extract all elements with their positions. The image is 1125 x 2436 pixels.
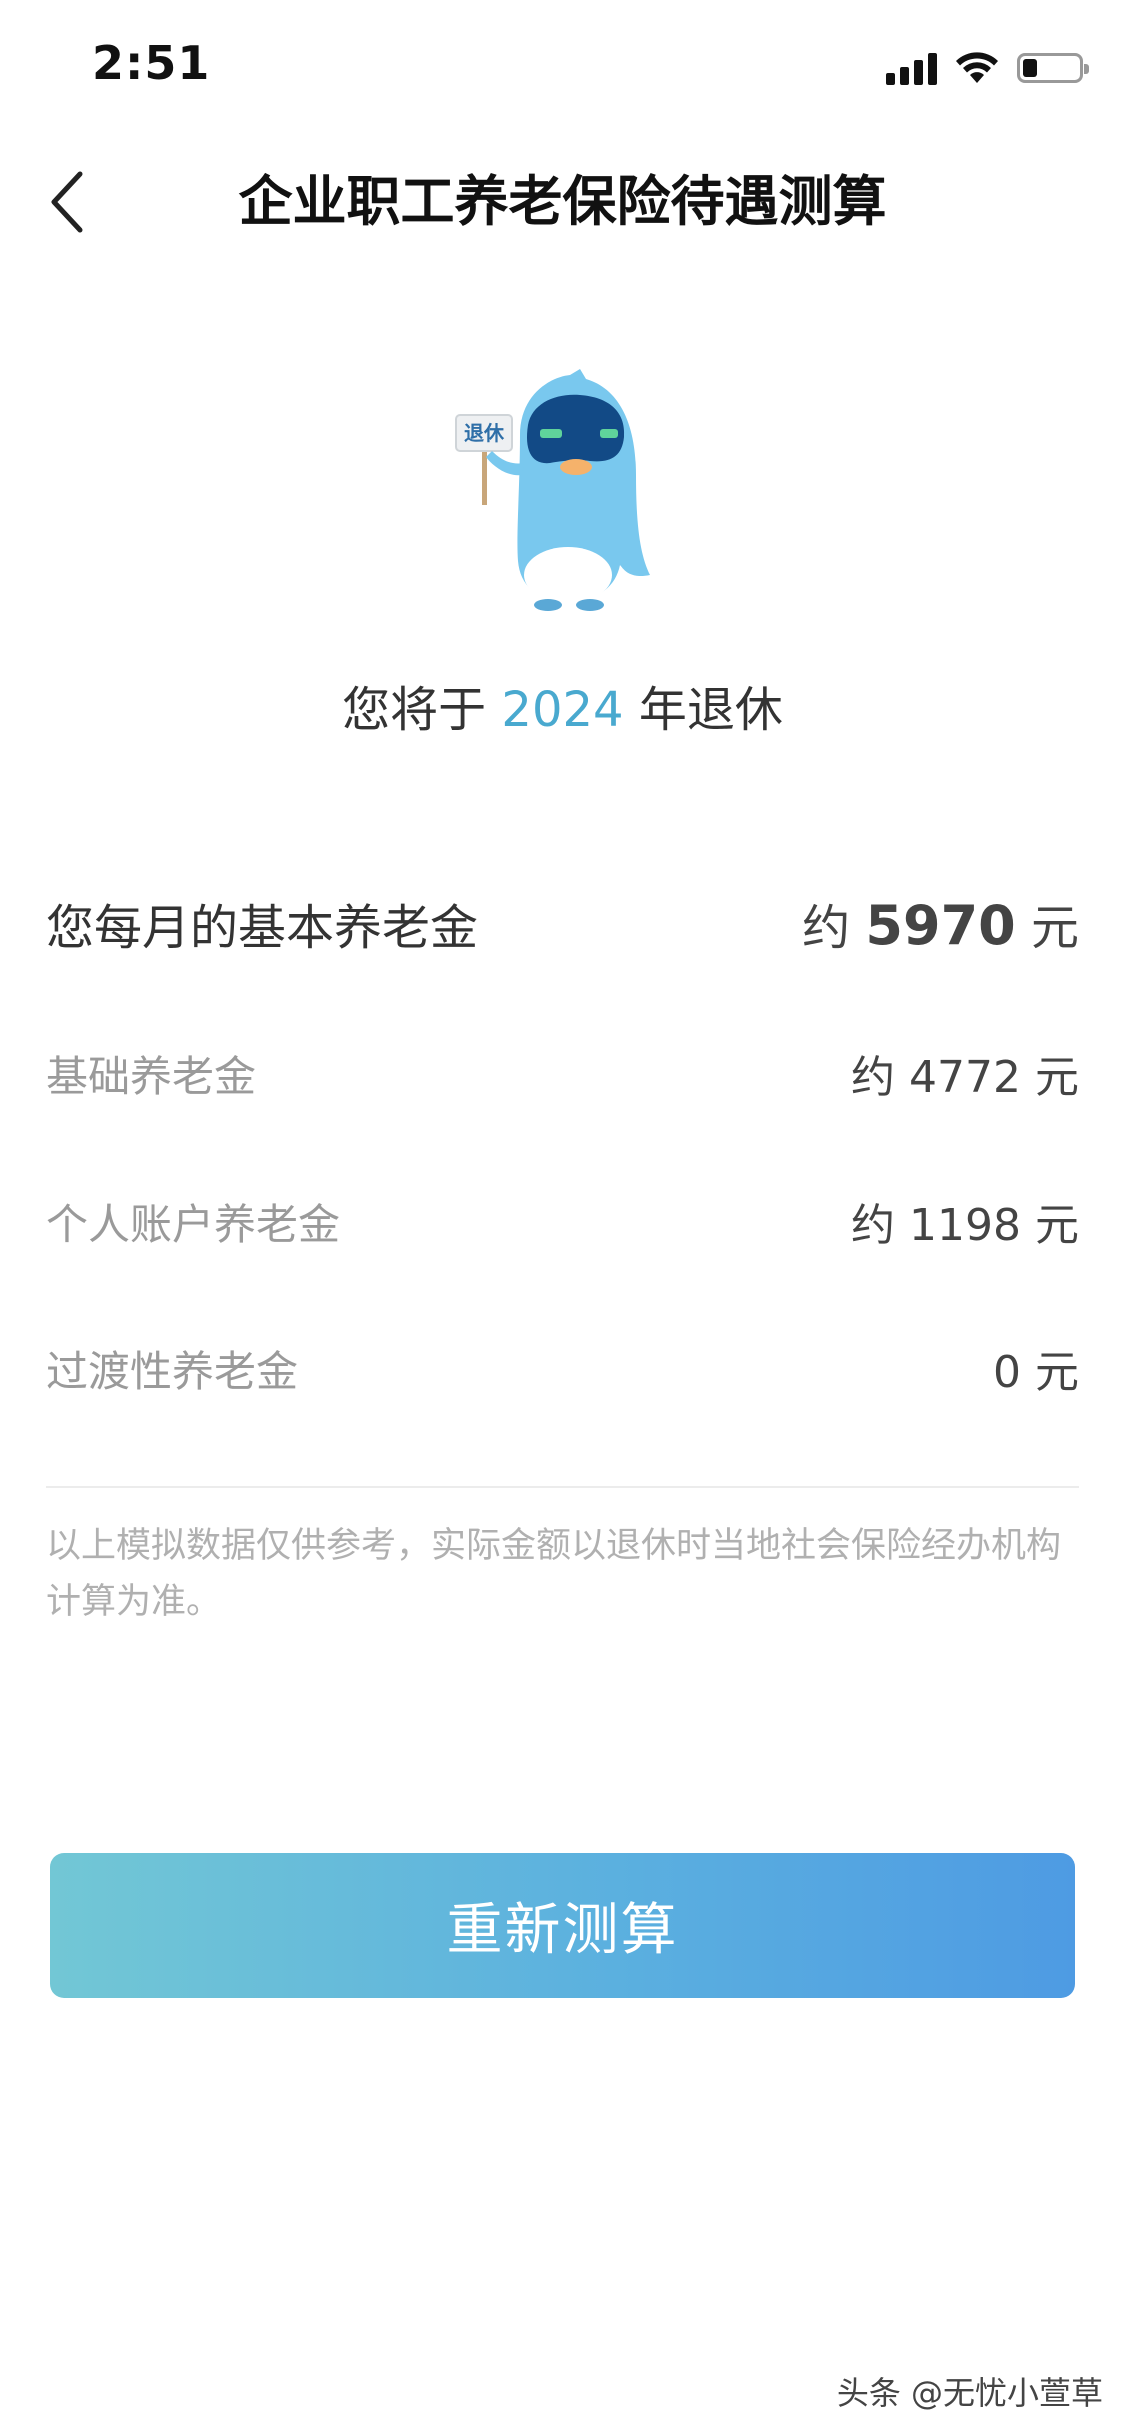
retire-year: 2024: [501, 682, 624, 738]
monthly-pension-amount: 5970: [865, 894, 1016, 957]
monthly-pension-unit: 元: [1030, 900, 1079, 956]
wifi-icon: [956, 52, 998, 83]
personal-account-pension-value: 约 1198 元: [851, 1200, 1079, 1251]
retire-suffix: 年退休: [638, 682, 783, 738]
transitional-pension-label: 过渡性养老金: [46, 1346, 299, 1396]
monthly-pension-label: 您每月的基本养老金: [46, 900, 479, 956]
watermark: 头条 @无忧小萱草: [836, 2374, 1103, 2412]
transitional-pension-value: 0 元: [993, 1347, 1079, 1398]
status-icons: [886, 48, 1089, 88]
nav-bar: 企业职工养老保险待遇测算: [0, 140, 1125, 260]
basic-pension-label: 基础养老金: [46, 1051, 257, 1101]
monthly-pension-row: 您每月的基本养老金 约 5970 元: [46, 873, 1079, 973]
personal-account-pension-label: 个人账户养老金: [46, 1199, 341, 1249]
status-bar: 2:51: [0, 0, 1125, 140]
transitional-pension-row: 过渡性养老金 0 元: [46, 1318, 1079, 1418]
divider: [46, 1486, 1079, 1488]
retirement-year-line: 您将于 2024 年退休: [0, 675, 1125, 745]
monthly-pension-approx: 约: [802, 900, 851, 956]
basic-pension-row: 基础养老金 约 4772 元: [46, 1023, 1079, 1123]
basic-pension-value: 约 4772 元: [851, 1052, 1079, 1103]
mascot-illustration: 退休: [455, 369, 650, 611]
retire-prefix: 您将于: [342, 682, 487, 738]
disclaimer-text: 以上模拟数据仅供参考，实际金额以退休时当地社会保险经办机构计算为准。: [46, 1526, 1062, 1622]
recalculate-button[interactable]: 重新测算: [50, 1853, 1075, 1998]
mascot-sign-text: 退休: [464, 421, 505, 445]
page-title: 企业职工养老保险待遇测算: [238, 170, 887, 233]
personal-account-pension-row: 个人账户养老金 约 1198 元: [46, 1171, 1079, 1271]
status-time: 2:51: [92, 36, 211, 90]
monthly-pension-value: 约 5970 元: [802, 888, 1079, 958]
cellular-signal-icon: [886, 51, 937, 85]
battery-icon: [1017, 53, 1089, 83]
